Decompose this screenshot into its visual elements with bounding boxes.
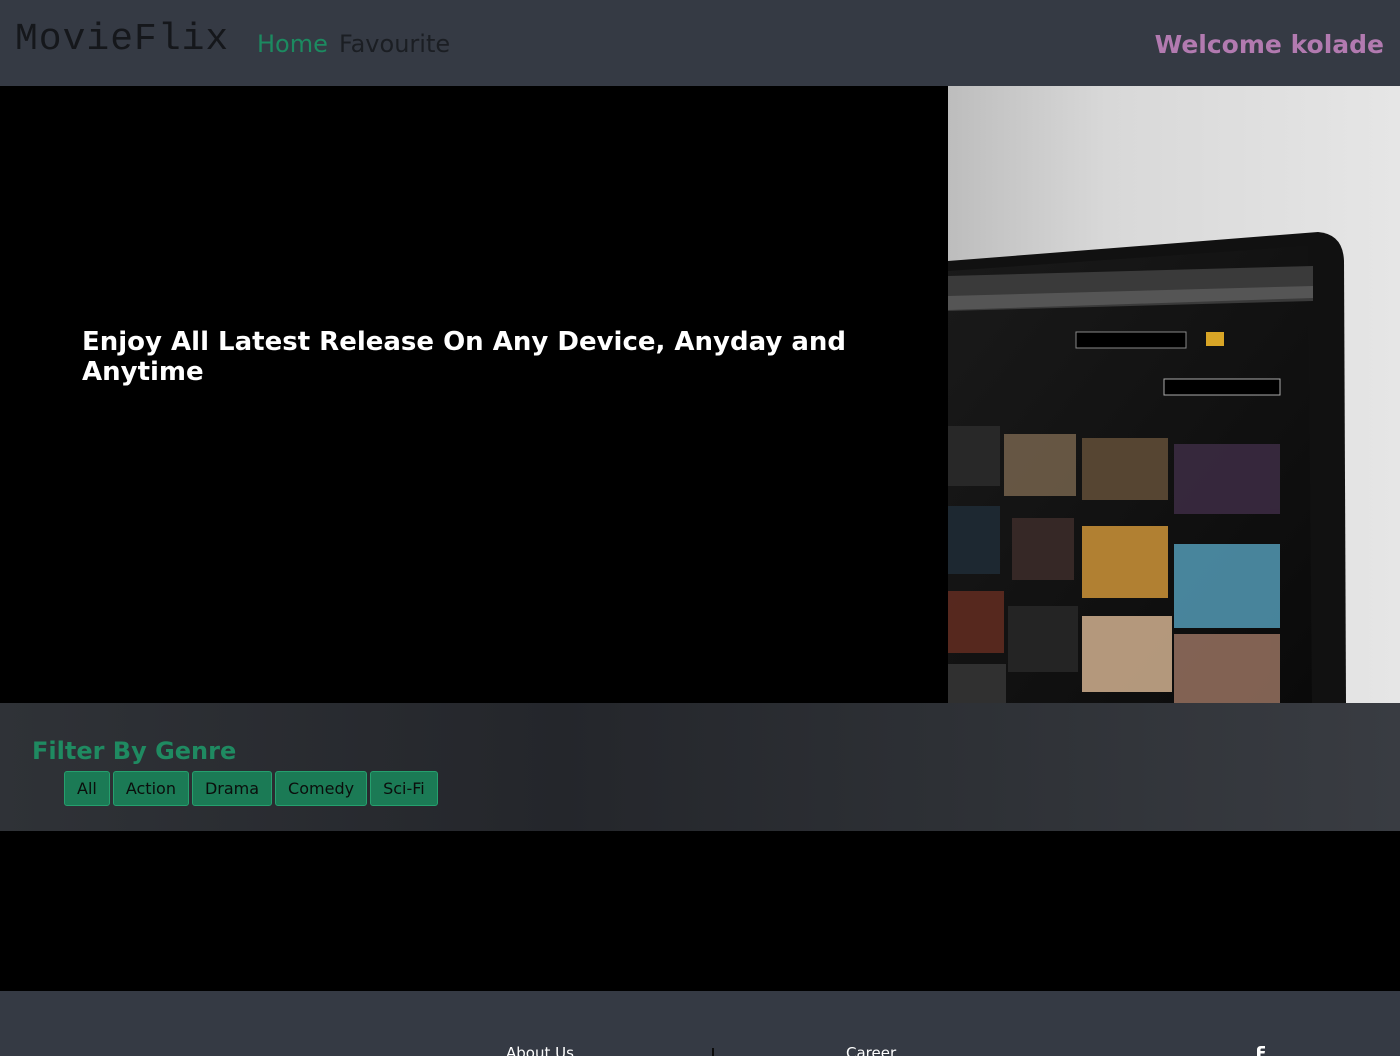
brand-logo[interactable]: MovieFlix bbox=[15, 18, 229, 61]
genre-button-comedy[interactable]: Comedy bbox=[275, 771, 368, 806]
navbar: MovieFlix Home Favourite Welcome kolade bbox=[0, 0, 1400, 86]
footer-link-career[interactable]: Career bbox=[846, 1044, 896, 1056]
footer: About Us Career bbox=[0, 991, 1400, 1056]
movies-list bbox=[0, 831, 1400, 991]
hero-section: Enjoy All Latest Release On Any Device, … bbox=[0, 86, 948, 703]
facebook-icon[interactable] bbox=[1249, 1045, 1267, 1056]
genre-button-group: All Action Drama Comedy Sci-Fi bbox=[64, 771, 438, 806]
footer-link-about-us[interactable]: About Us bbox=[506, 1044, 574, 1056]
hero-headline: Enjoy All Latest Release On Any Device, … bbox=[82, 327, 847, 387]
welcome-message: Welcome kolade bbox=[1154, 30, 1384, 59]
genre-button-action[interactable]: Action bbox=[112, 771, 189, 806]
genre-button-sci-fi[interactable]: Sci-Fi bbox=[370, 771, 438, 806]
hero-image bbox=[948, 86, 1400, 703]
nav-link-home[interactable]: Home bbox=[257, 30, 328, 58]
laptop-streaming-image bbox=[948, 86, 1400, 703]
genre-button-all[interactable]: All bbox=[64, 771, 110, 806]
filter-section: Filter By Genre All Action Drama Comedy … bbox=[0, 703, 1400, 831]
genre-button-drama[interactable]: Drama bbox=[191, 771, 273, 806]
nav-link-favourite[interactable]: Favourite bbox=[339, 30, 450, 58]
footer-divider bbox=[712, 1048, 714, 1056]
filter-title: Filter By Genre bbox=[32, 737, 237, 765]
